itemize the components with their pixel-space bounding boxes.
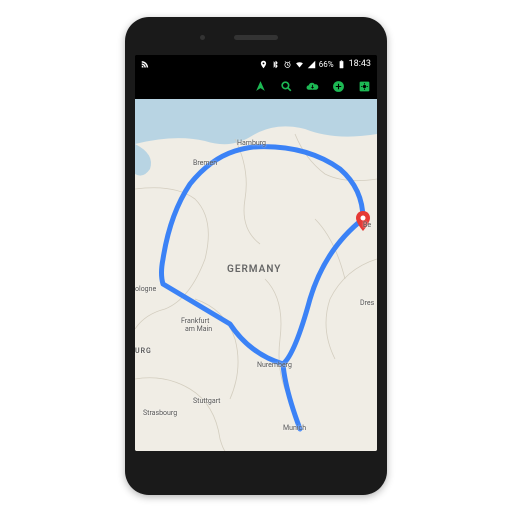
bluetooth-icon [271,60,280,69]
app-toolbar [135,73,377,99]
map-svg [135,99,377,451]
wifi-icon [295,60,304,69]
clock-time: 18:43 [349,59,371,69]
city-munich: Munich [283,424,306,432]
city-frankfurt-sub: am Main [185,325,212,333]
city-berlin: Be [363,221,371,229]
screen: 66% 18:43 [135,55,377,451]
cast-icon [141,60,150,69]
phone-earpiece [234,35,278,40]
location-icon [259,60,268,69]
navigate-icon[interactable] [254,80,267,93]
search-icon[interactable] [280,80,293,93]
add-icon[interactable] [332,80,345,93]
map-canvas[interactable]: Hamburg Bremen Be ologne Frankfurt am Ma… [135,99,377,451]
signal-icon [307,60,316,69]
battery-icon [337,60,346,69]
city-cologne: ologne [135,285,156,293]
phone-frame: 66% 18:43 [125,17,387,495]
city-dresden: Dres [360,299,374,307]
city-stuttgart: Stuttgart [193,397,220,405]
city-nuremberg: Nuremberg [257,361,292,369]
label-urg: URG [135,347,152,355]
city-bremen: Bremen [193,159,217,167]
city-hamburg: Hamburg [237,139,266,147]
alarm-icon [283,60,292,69]
country-label: GERMANY [227,264,281,275]
city-frankfurt: Frankfurt [181,317,209,325]
settings-icon[interactable] [358,80,371,93]
download-icon[interactable] [306,80,319,93]
city-strasbourg: Strasbourg [143,409,177,417]
status-bar: 66% 18:43 [135,55,377,73]
battery-percent: 66% [319,60,334,69]
